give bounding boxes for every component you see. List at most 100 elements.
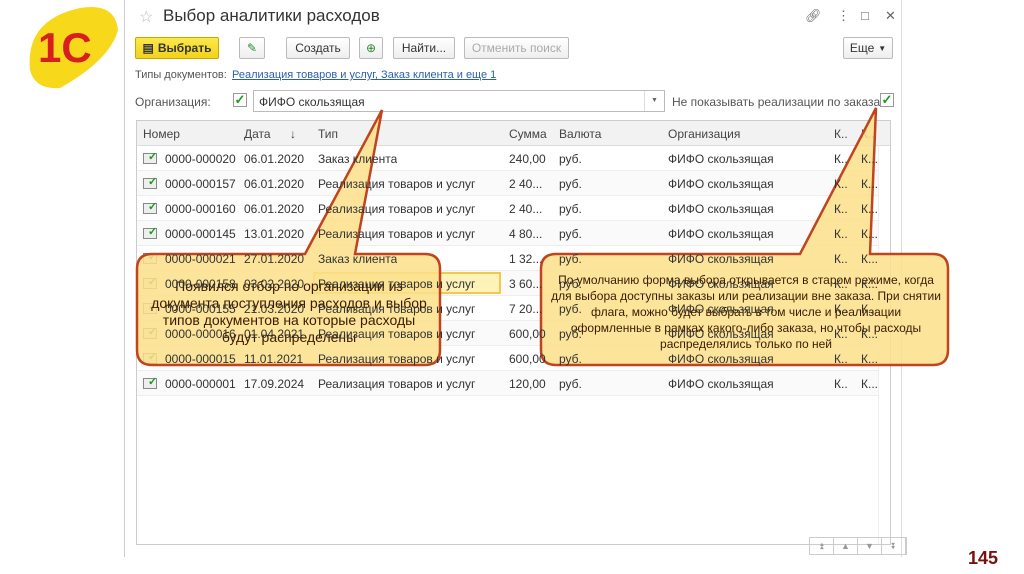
cell: К.. xyxy=(834,227,848,241)
cell: 240,00 xyxy=(509,152,546,166)
cell: К.. xyxy=(834,277,848,291)
cell: 0000-000001 xyxy=(165,377,236,391)
cell: 17.09.2024 xyxy=(244,377,305,391)
col-k1[interactable]: К.. xyxy=(834,127,848,141)
first-page-icon[interactable]: ⏫︎ xyxy=(810,538,834,554)
cell: руб. xyxy=(559,302,582,316)
create-button[interactable]: Создать xyxy=(286,37,350,59)
cell: ФИФО скользящая xyxy=(668,177,774,191)
cell: ФИФО скользящая xyxy=(668,377,774,391)
cell: руб. xyxy=(559,177,582,191)
sort-down-icon: ↓ xyxy=(290,127,296,141)
more-button[interactable]: Еще ▼ xyxy=(843,37,893,59)
cell: ФИФО скользящая xyxy=(668,327,774,341)
col-date[interactable]: Дата xyxy=(244,127,271,141)
cell: К.. xyxy=(834,352,848,366)
cell: К.. xyxy=(834,202,848,216)
link-icon[interactable]: 🔗︎ xyxy=(805,8,822,24)
cell: 01.04.2021 xyxy=(244,327,305,341)
cell: К... xyxy=(861,302,878,316)
table-header: Номер Дата ↓ Тип Сумма Валюта Организаци… xyxy=(137,121,890,146)
document-posted-icon xyxy=(143,250,157,264)
cell: К... xyxy=(861,327,878,341)
cell: руб. xyxy=(559,277,582,291)
cell: К.. xyxy=(834,377,848,391)
cell: Реализация товаров и услуг xyxy=(318,202,476,216)
table-row[interactable]: 0000-000160 06.01.2020 Реализация товаров … xyxy=(137,196,878,221)
hide-realizations-checkbox[interactable]: ✓ xyxy=(880,93,894,107)
cell: 600,00 xyxy=(509,352,546,366)
cell: 0000-000016 xyxy=(165,327,236,341)
cell: 2 40... xyxy=(509,202,543,216)
cell: ФИФО скользящая xyxy=(668,252,774,266)
cell: Реализация товаров и услуг xyxy=(318,177,476,191)
table-row[interactable]: 0000-000157 06.01.2020 Реализация товаров … xyxy=(137,171,878,196)
cell: 27.01.2020 xyxy=(244,252,305,266)
col-k2[interactable]: К.. xyxy=(861,127,875,141)
cell: 0000-000015 xyxy=(165,352,236,366)
close-icon[interactable]: ✕ xyxy=(885,8,896,24)
cell: К... xyxy=(861,352,878,366)
col-number[interactable]: Номер xyxy=(143,127,180,141)
cell: Реализация товаров и услуг xyxy=(318,302,476,316)
col-sum[interactable]: Сумма xyxy=(509,127,547,141)
cell: 06.01.2020 xyxy=(244,152,305,166)
document-posted-icon xyxy=(143,225,157,239)
document-posted-icon xyxy=(143,175,157,189)
col-organization[interactable]: Организация xyxy=(668,127,740,141)
cell: 0000-000020 xyxy=(165,152,236,166)
cell: руб. xyxy=(559,202,582,216)
svg-text:1С: 1С xyxy=(38,24,92,71)
cell: ФИФО скользящая xyxy=(668,352,774,366)
cell: 0000-000021 xyxy=(165,252,236,266)
next-page-icon[interactable]: ▼ xyxy=(858,538,882,554)
cell: Реализация товаров и услуг xyxy=(318,277,476,291)
cancel-search-button[interactable]: Отменить поиск xyxy=(464,37,569,59)
copy-button[interactable]: ⊕ xyxy=(359,37,383,59)
dropdown-arrow-icon[interactable]: ▼ xyxy=(644,91,664,111)
table-row[interactable]: 0000-000020 06.01.2020 Заказ клиента 240,00… xyxy=(137,146,878,171)
maximize-icon[interactable]: □ xyxy=(861,8,869,23)
cell: К... xyxy=(861,152,878,166)
cell: К... xyxy=(861,277,878,291)
cell: Реализация товаров и услуг xyxy=(318,352,476,366)
table-row[interactable]: 0000-000021 27.01.2020 Заказ клиента 1 32..… xyxy=(137,246,878,271)
edit-button[interactable]: ✎ xyxy=(239,37,265,59)
org-filter-checkbox[interactable]: ✓ xyxy=(233,93,247,107)
cell: К.. xyxy=(834,177,848,191)
col-type[interactable]: Тип xyxy=(318,127,338,141)
cell: Заказ клиента xyxy=(318,252,398,266)
pencil-icon: ✎ xyxy=(246,41,258,55)
col-currency[interactable]: Валюта xyxy=(559,127,601,141)
cell: К.. xyxy=(834,152,848,166)
cell: 4 80... xyxy=(509,227,543,241)
doc-types-link[interactable]: Реализация товаров и услуг, Заказ клиент… xyxy=(232,69,496,81)
last-page-icon[interactable]: ⏬︎ xyxy=(882,538,906,554)
find-button[interactable]: Найти... xyxy=(393,37,455,59)
more-label: Еще xyxy=(849,41,875,55)
org-select[interactable]: ФИФО скользящая ▼ xyxy=(253,90,665,112)
doc-types-label: Типы документов: xyxy=(135,69,227,81)
cell: руб. xyxy=(559,152,582,166)
select-button[interactable]: ▤ Выбрать xyxy=(135,37,219,59)
cell: К... xyxy=(861,252,878,266)
prev-page-icon[interactable]: ▲ xyxy=(834,538,858,554)
cell: ФИФО скользящая xyxy=(668,227,774,241)
table-row[interactable]: 0000-000145 13.01.2020 Реализация товаров … xyxy=(137,221,878,246)
cell: 03.02.2020 xyxy=(244,277,305,291)
cell: К.. xyxy=(834,302,848,316)
chevron-down-icon: ▼ xyxy=(878,43,887,53)
cell: руб. xyxy=(559,352,582,366)
more-menu-icon[interactable]: ⋮ xyxy=(837,8,850,24)
cell: руб. xyxy=(559,252,582,266)
cell: 11.01.2021 xyxy=(244,352,304,366)
cell: 7 20... xyxy=(509,302,543,316)
cell: Реализация товаров и услуг xyxy=(318,227,476,241)
favorite-star-icon[interactable]: ☆ xyxy=(139,7,153,27)
document-posted-icon xyxy=(143,200,157,214)
document-posted-icon xyxy=(143,350,157,364)
cell: 0000-000145 xyxy=(165,227,236,241)
document-posted-icon xyxy=(143,150,157,164)
cell: Реализация товаров и услуг xyxy=(318,327,476,341)
table-row[interactable]: 0000-000001 17.09.2024 Реализация товаров … xyxy=(137,371,878,396)
